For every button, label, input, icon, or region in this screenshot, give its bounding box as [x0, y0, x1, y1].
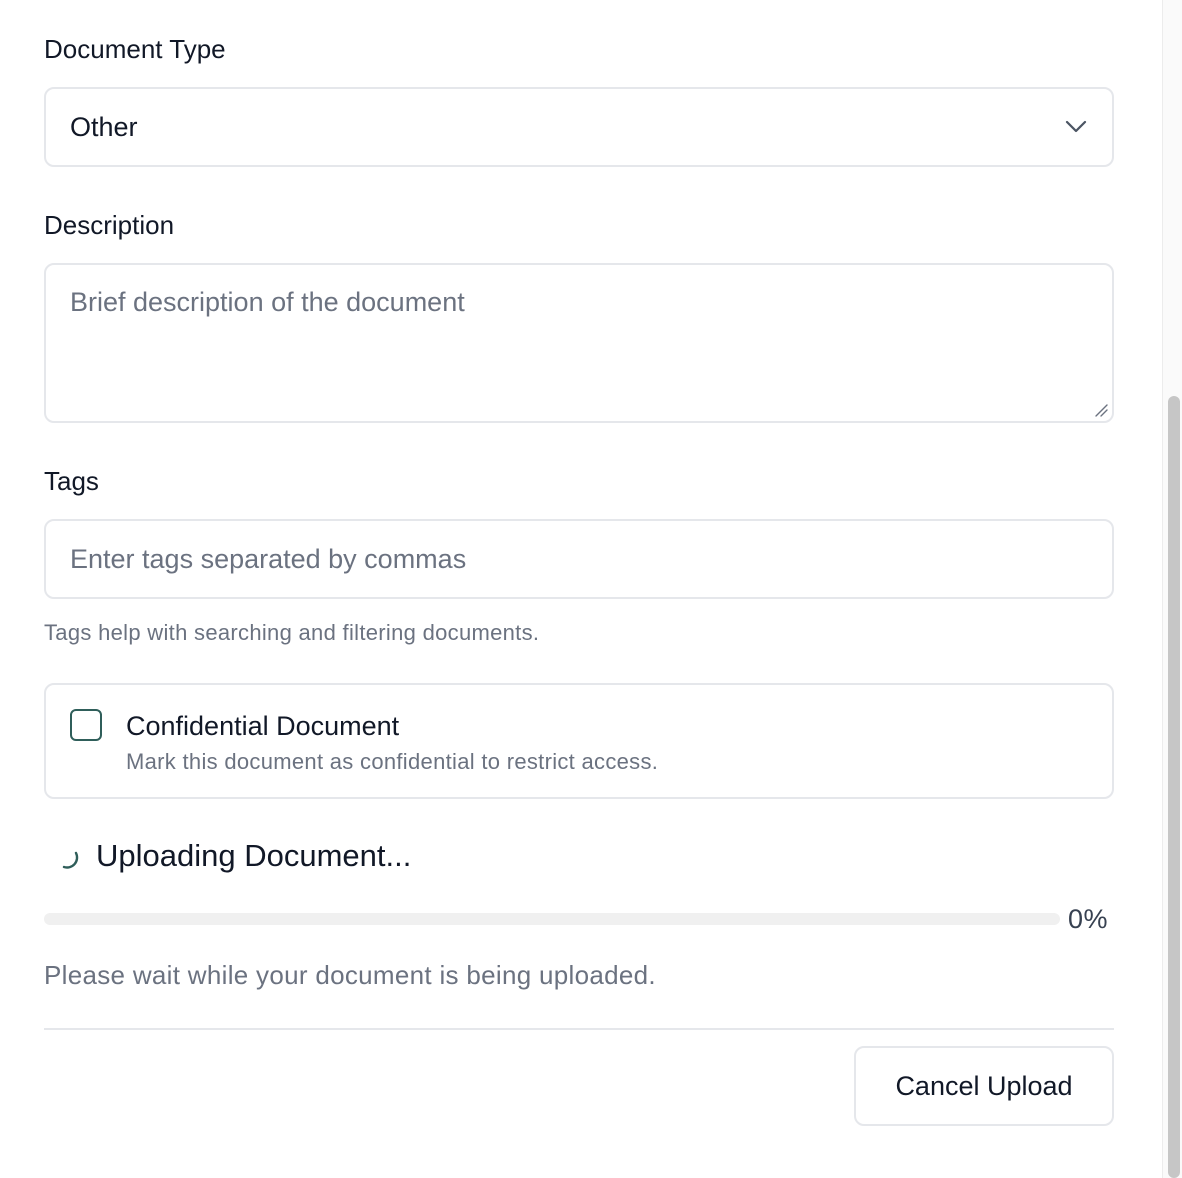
document-type-select[interactable]: Other [44, 87, 1114, 167]
document-type-label: Document Type [44, 34, 226, 64]
confidential-option: Confidential Document Mark this document… [44, 683, 1114, 799]
document-type-value: Other [70, 111, 138, 142]
upload-wait-message: Please wait while your document is being… [44, 960, 656, 990]
chevron-down-icon [1064, 115, 1088, 139]
upload-document-form: Document Type Other Description Brief de… [0, 0, 1182, 1178]
confidential-checkbox[interactable] [70, 709, 102, 741]
tags-placeholder: Enter tags separated by commas [70, 543, 467, 574]
resize-grip-icon[interactable] [1094, 403, 1108, 417]
spinner-icon [62, 851, 79, 869]
confidential-description: Mark this document as confidential to re… [126, 749, 659, 774]
tags-label: Tags [44, 466, 99, 496]
divider [44, 1028, 1114, 1030]
description-textarea[interactable]: Brief description of the document [44, 263, 1114, 423]
upload-status-title: Uploading Document... [96, 838, 412, 873]
tags-input[interactable]: Enter tags separated by commas [44, 519, 1114, 599]
description-placeholder: Brief description of the document [70, 287, 465, 317]
upload-progress-percent: 0% [1068, 904, 1109, 934]
description-label: Description [44, 210, 175, 240]
upload-progress-bar [44, 913, 1060, 925]
confidential-title: Confidential Document [126, 711, 400, 741]
tags-help-text: Tags help with searching and filtering d… [44, 620, 540, 645]
scrollbar-thumb[interactable] [1168, 396, 1180, 1178]
cancel-upload-button[interactable]: Cancel Upload [854, 1046, 1114, 1126]
